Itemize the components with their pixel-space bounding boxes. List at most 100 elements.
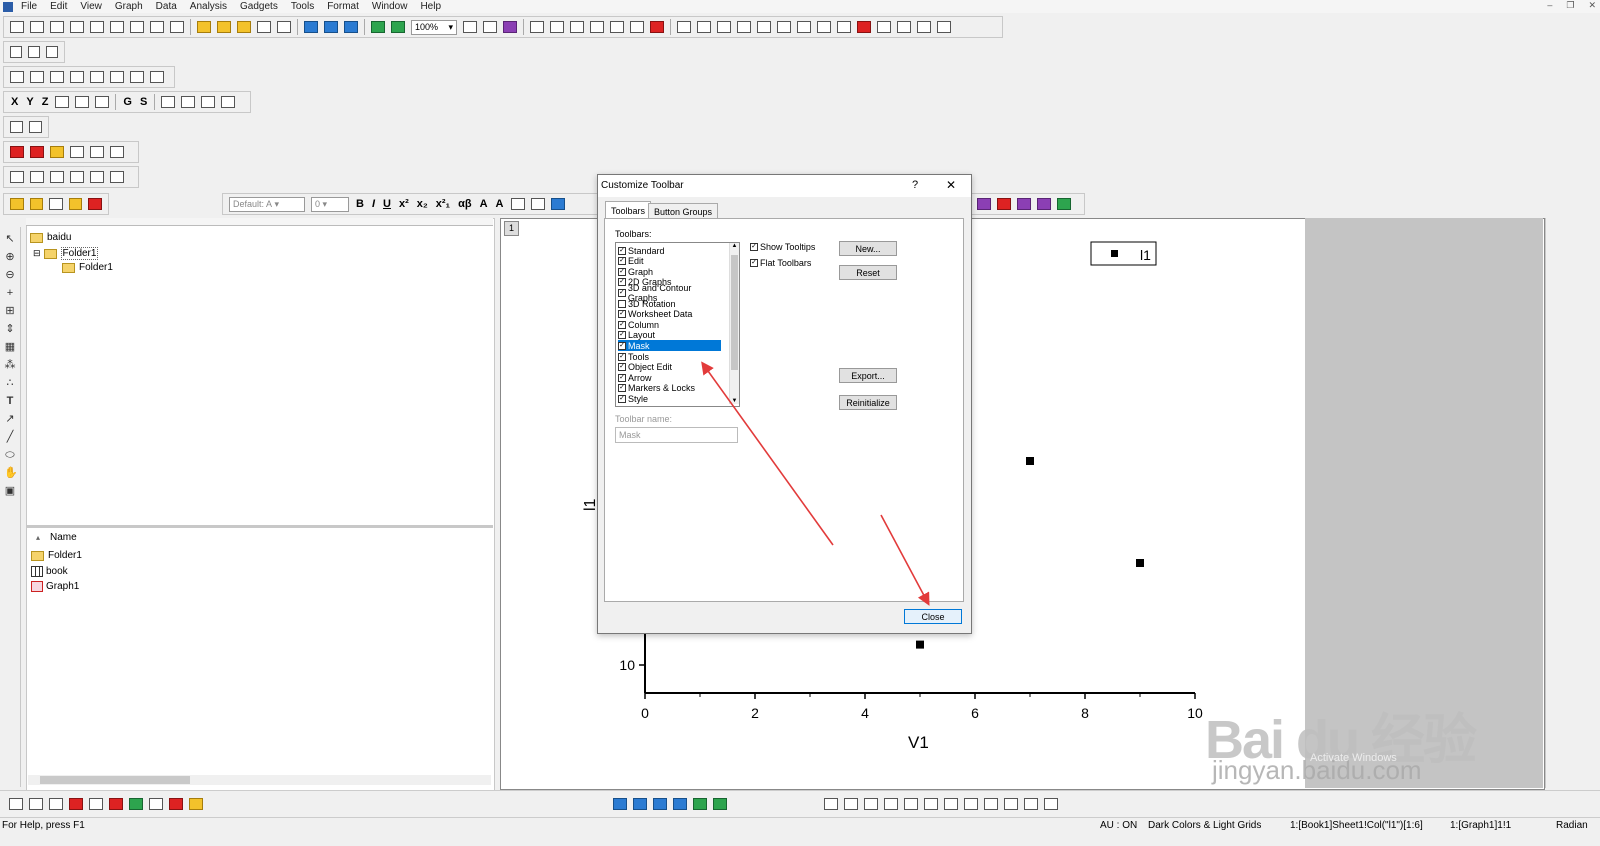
swap-icon[interactable]	[1017, 198, 1031, 210]
set-x-button[interactable]: X	[11, 96, 18, 108]
line-symbol-icon[interactable]	[49, 798, 63, 810]
move-first-icon[interactable]	[161, 96, 176, 108]
send-back-icon[interactable]	[964, 798, 978, 810]
shape-tool-icon[interactable]: ⬭	[4, 449, 16, 461]
color-scale-icon[interactable]	[857, 21, 871, 33]
row-numbers-icon[interactable]	[70, 71, 84, 83]
timestamp-icon[interactable]	[917, 21, 931, 33]
toolbar-list-item[interactable]: ✓ 3D and Contour Graphs	[618, 283, 721, 303]
menu-format[interactable]: Format	[327, 1, 359, 12]
align-top-icon[interactable]	[864, 798, 878, 810]
3d-bars-icon[interactable]	[653, 798, 667, 810]
arrow-widen-icon[interactable]	[50, 171, 64, 183]
list-item[interactable]: Graph1	[31, 581, 79, 592]
new-folder-icon[interactable]	[30, 21, 44, 33]
export-button[interactable]: Export...	[839, 368, 897, 383]
align-vertical-icon[interactable]	[904, 798, 918, 810]
checkbox-icon[interactable]: ✓	[618, 278, 626, 287]
toolbars-list[interactable]: ✓ Standard ✓ Edit ✓ Graph ✓ 2D Graphs ✓ 3D and Co…	[615, 242, 740, 407]
superscript-button[interactable]: x²	[399, 198, 409, 210]
copy-page-icon[interactable]	[503, 21, 517, 33]
list-scrollbar-thumb[interactable]	[731, 255, 738, 370]
reader-icon[interactable]	[49, 198, 63, 210]
minimize-icon[interactable]: –	[1547, 0, 1552, 11]
ungroup-icon[interactable]	[1004, 798, 1018, 810]
axis-right-icon[interactable]	[797, 21, 811, 33]
menu-help[interactable]: Help	[420, 1, 441, 12]
new-excel-icon[interactable]	[170, 21, 184, 33]
script-window-icon[interactable]	[610, 21, 624, 33]
arrow-shorter-icon[interactable]	[110, 171, 124, 183]
data-point[interactable]	[1136, 559, 1144, 567]
checkbox-icon[interactable]: ✓	[618, 352, 626, 361]
checkbox-icon[interactable]: ✓	[618, 257, 626, 266]
toolbar-list-item[interactable]: ✓ Standard	[618, 245, 721, 256]
move-last-icon[interactable]	[221, 96, 236, 108]
set-z-button[interactable]: Z	[42, 96, 49, 108]
toolbar-list-item[interactable]: ✓ Layout	[618, 330, 721, 341]
font-color-icon[interactable]	[550, 198, 565, 210]
data-point[interactable]	[916, 640, 924, 649]
unmask-icon[interactable]	[50, 146, 64, 158]
hand-tool-icon[interactable]: ✋	[4, 467, 18, 479]
explorer-splitter[interactable]	[26, 525, 493, 528]
folder-open-icon[interactable]	[29, 198, 44, 210]
axis-cross-icon[interactable]	[837, 21, 851, 33]
menu-window[interactable]: Window	[372, 1, 408, 12]
recalc-manual-icon[interactable]	[391, 21, 405, 33]
template-icon[interactable]	[189, 798, 203, 810]
import-icon[interactable]	[304, 21, 318, 33]
checkbox-icon[interactable]: ✓	[618, 310, 626, 319]
screen-reader-icon[interactable]: +	[4, 287, 16, 299]
new-button[interactable]: New...	[839, 241, 897, 256]
data-selector-icon[interactable]	[68, 198, 83, 210]
results-log-icon[interactable]	[550, 21, 564, 33]
graph-color-icon[interactable]	[1057, 198, 1071, 210]
save-template-icon[interactable]	[277, 21, 291, 33]
menu-tools[interactable]: Tools	[291, 1, 314, 12]
layer-icon[interactable]	[677, 21, 691, 33]
reset-button[interactable]: Reset	[839, 265, 897, 280]
reinitialize-button[interactable]: Reinitialize	[839, 395, 897, 410]
mask-tool-icon[interactable]: ▦	[4, 341, 16, 353]
freq-count-icon[interactable]	[110, 71, 124, 83]
remove-icon[interactable]	[88, 198, 102, 210]
tree-subfolder[interactable]: Folder1	[62, 262, 113, 273]
new-layout-icon[interactable]	[130, 21, 144, 33]
toolbar-list-item[interactable]: 3D Rotation	[618, 298, 721, 309]
menu-view[interactable]: View	[80, 1, 102, 12]
tab-button-groups[interactable]: Button Groups	[648, 203, 719, 219]
3d-scatter-icon[interactable]	[673, 798, 687, 810]
list-item[interactable]: Folder1	[31, 550, 82, 561]
arrow-tool-icon[interactable]: ↗	[4, 413, 16, 425]
data-reader-icon[interactable]: ⊞	[4, 305, 16, 317]
checkbox-icon[interactable]: ✓	[618, 394, 626, 403]
mask-m-icon[interactable]	[977, 198, 991, 210]
3d-surface-icon[interactable]	[613, 798, 627, 810]
new-worksheet-icon[interactable]	[50, 21, 64, 33]
axis-frame-icon[interactable]	[757, 21, 771, 33]
align-bottom-icon[interactable]	[884, 798, 898, 810]
line-style-icon[interactable]	[530, 198, 545, 210]
arrow-narrow-icon[interactable]	[70, 171, 84, 183]
toolbar-list-item[interactable]: ✓ Mask	[618, 340, 721, 352]
toolbar-list-item[interactable]: ✓ Graph	[618, 266, 721, 277]
text-tool-icon[interactable]: T	[4, 395, 16, 407]
table-icon[interactable]	[937, 21, 951, 33]
font-size-select[interactable]: 0 ▾	[311, 196, 349, 212]
checkbox-icon[interactable]: ✓	[618, 288, 626, 297]
3d-wire-icon[interactable]	[633, 798, 647, 810]
menu-data[interactable]: Data	[156, 1, 177, 12]
import-multi-icon[interactable]	[344, 21, 358, 33]
checkbox-icon[interactable]: ✓	[618, 363, 626, 372]
pointer-icon[interactable]: ↖	[4, 233, 16, 245]
list-header-name[interactable]: ▴ Name	[36, 532, 77, 543]
subject-button[interactable]: S	[140, 96, 147, 108]
area-plot-icon[interactable]	[129, 798, 143, 810]
checkbox-icon[interactable]	[618, 299, 626, 308]
bring-front-icon[interactable]	[944, 798, 958, 810]
close-button[interactable]: Close	[904, 609, 962, 624]
front-data-icon[interactable]	[1024, 798, 1038, 810]
menu-edit[interactable]: Edit	[50, 1, 67, 12]
open-icon[interactable]	[197, 21, 211, 33]
